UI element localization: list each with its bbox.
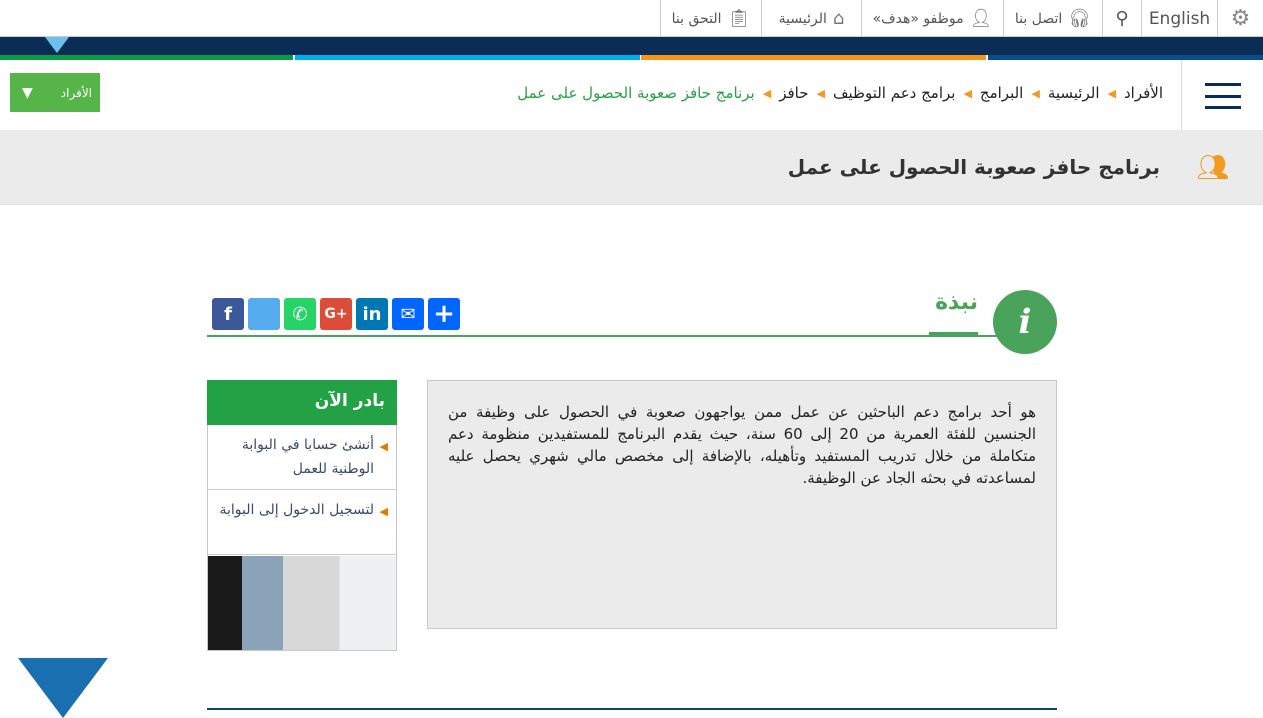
facebook-share-icon[interactable]: f	[212, 298, 244, 330]
chevron-left-icon: ◀	[379, 440, 388, 453]
chevron-left-icon: ◀	[1031, 86, 1040, 100]
info-icon: i	[993, 290, 1057, 354]
stripe-cyan	[295, 55, 640, 60]
home-link[interactable]: ⌂ الرئيسية	[761, 0, 861, 37]
label: التحق بنا	[671, 10, 722, 27]
header-banner	[0, 37, 1263, 55]
page-title: برنامج حافز صعوبة الحصول على عمل	[787, 155, 1160, 179]
sidebar-link-create-account[interactable]: ◀ أنشئ حسابا في البوابة الوطنية للعمل	[208, 425, 396, 490]
join-link[interactable]: 📋︎ التحق بنا	[660, 0, 761, 37]
breadcrumb-item[interactable]: حافز	[779, 84, 808, 102]
settings-button[interactable]: ⚙	[1217, 0, 1263, 37]
audience-dropdown[interactable]: ▼ الأفراد	[10, 73, 100, 112]
dropdown-label: الأفراد	[60, 85, 92, 100]
language-switch[interactable]: English	[1141, 0, 1217, 37]
stripe-orange	[641, 55, 986, 60]
linkedin-share-icon[interactable]: in	[356, 298, 388, 330]
label: موظفو «هدف»	[872, 10, 964, 27]
stripe-blue	[988, 55, 1263, 60]
breadcrumb-item[interactable]: الأفراد	[1124, 84, 1163, 102]
description-box: هو أحد برامج دعم الباحثين عن عمل ممن يوا…	[427, 380, 1057, 629]
breadcrumb-item[interactable]: البرامج	[980, 84, 1023, 102]
employees-link[interactable]: 👤︎ موظفو «هدف»	[861, 0, 1003, 37]
search-icon[interactable]: ⚲	[1102, 0, 1141, 37]
twitter-share-icon[interactable]: 🐦︎	[248, 298, 280, 330]
chevron-left-icon: ◀	[762, 86, 772, 100]
google-plus-share-icon[interactable]: G+	[320, 298, 352, 330]
form-icon: 📋︎	[727, 8, 751, 29]
sidebar-photo	[208, 556, 396, 650]
breadcrumb-current: برنامج حافز صعوبة الحصول على عمل	[517, 84, 755, 102]
sidebar-link-login[interactable]: ◀ لتسجيل الدخول إلى البوابة	[208, 490, 396, 555]
label: اتصل بنا	[1014, 10, 1063, 27]
contact-link[interactable]: 🎧︎ اتصل بنا	[1003, 0, 1102, 37]
chevron-left-icon: ◀	[1107, 86, 1116, 100]
chevron-left-icon: ◀	[379, 505, 388, 518]
banner-decoration	[45, 37, 69, 53]
more-share-icon[interactable]: +	[428, 298, 460, 330]
hamburger-icon[interactable]	[1205, 83, 1241, 109]
user-icon: 👤︎	[969, 8, 993, 29]
heading-underline	[929, 332, 978, 337]
breadcrumb-item[interactable]: برامج دعم التوظيف	[833, 84, 956, 102]
headset-icon: 🎧︎	[1068, 8, 1092, 29]
corner-decoration	[18, 658, 108, 718]
breadcrumb-item[interactable]: الرئيسية	[1048, 84, 1100, 102]
email-share-icon[interactable]: ✉	[392, 298, 424, 330]
home-icon: ⌂	[832, 8, 845, 29]
chevron-left-icon: ◀	[963, 86, 972, 100]
section-heading: نبذة	[935, 290, 978, 315]
stripe-green	[0, 55, 293, 60]
sidebar-title: بادر الآن	[207, 380, 397, 425]
caret-down-icon: ▼	[22, 84, 33, 101]
link-label: أنشئ حسابا في البوابة الوطنية للعمل	[241, 437, 374, 477]
breadcrumb: الأفراد ◀ الرئيسية ◀ البرامج ◀ برامج دعم ال…	[517, 84, 1163, 102]
chevron-left-icon: ◀	[816, 86, 825, 100]
section-rule	[207, 335, 997, 337]
nav-divider	[1181, 60, 1182, 130]
whatsapp-share-icon[interactable]: ✆	[284, 298, 316, 330]
label: الرئيسية	[778, 10, 827, 27]
link-label: لتسجيل الدخول إلى البوابة	[219, 502, 375, 518]
people-check-icon: 👥︎	[1196, 153, 1230, 183]
